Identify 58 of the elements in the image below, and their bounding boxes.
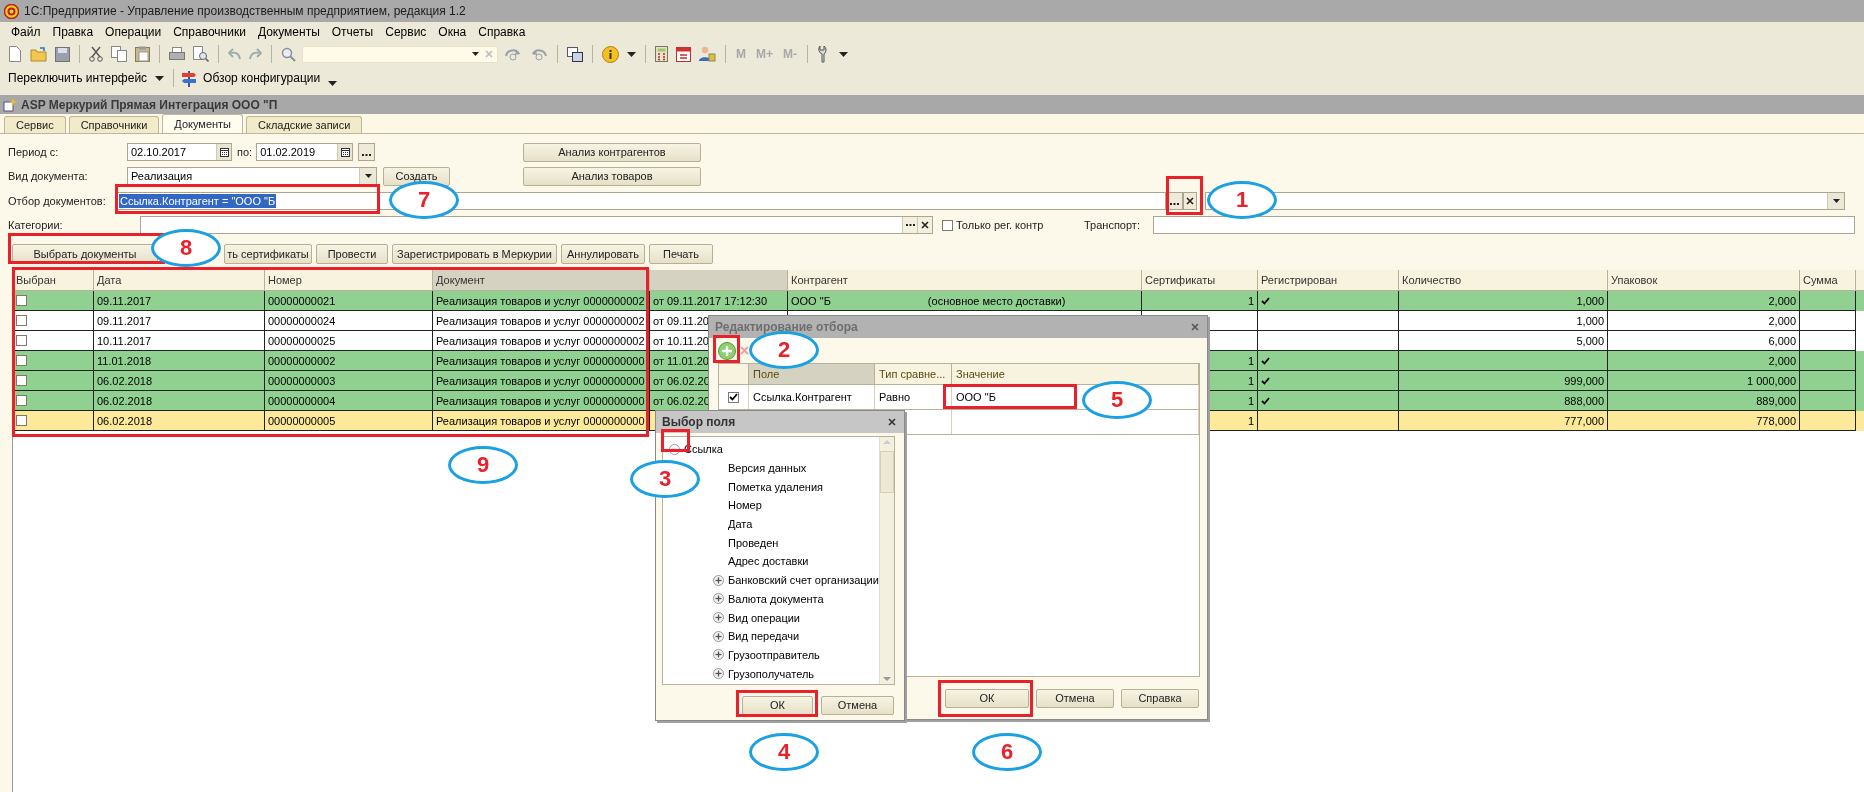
table-cell: от 09.11.20 (653, 314, 709, 327)
table-cell: 00000000003 (268, 374, 336, 387)
window-title: ASP Меркурий Прямая Интеграция ООО "П (21, 97, 278, 112)
table-cell: 11.01.2018 (97, 354, 152, 367)
table-cell: 1,000 (1576, 294, 1604, 307)
table-cell: 889,000 (1756, 394, 1796, 407)
table-cell: ООО "Б (791, 294, 831, 307)
table-cell: 1 000,000 (1747, 374, 1796, 387)
table-cell: 2,000 (1768, 354, 1796, 367)
table-cell: 1 (1247, 414, 1254, 427)
table-cell: Реализация товаров и услуг 0000000002 (436, 314, 645, 327)
table-cell: 00000000002 (268, 354, 336, 367)
table-cell: Реализация товаров и услуг 0000000000 (436, 354, 645, 367)
field-label: по: (237, 146, 253, 158)
table-cell: 999,000 (1564, 374, 1604, 387)
dialog-title: Редактирование отбора (715, 320, 858, 334)
table-cell: от 10.11.20 (653, 334, 709, 347)
field-label: Категории: (8, 219, 64, 231)
window-title: 1С:Предприятие - Управление производственным предприятием, редакция 1.2 (24, 4, 466, 18)
field-label: Транспорт: (1084, 219, 1141, 231)
table-cell: 09.11.2017 (97, 314, 152, 327)
table-cell: 778,000 (1756, 414, 1796, 427)
table-cell: 06.02.2018 (97, 374, 153, 387)
table-cell: 1,000 (1576, 314, 1604, 327)
table-cell: от 11.01.20 (653, 354, 709, 367)
table-cell: 6,000 (1768, 334, 1796, 347)
table-cell: 888,000 (1564, 394, 1604, 407)
field-label: Отбор документов: (8, 195, 107, 207)
table-cell: 09.11.2017 (97, 294, 152, 307)
table-cell: 1 (1247, 374, 1254, 387)
table-cell: Реализация товаров и услуг 0000000002 (436, 334, 645, 347)
table-cell: 10.11.2017 (97, 334, 152, 347)
table-cell: 1 (1247, 354, 1254, 367)
table-cell: 2,000 (1768, 294, 1796, 307)
table-cell: Реализация товаров и услуг 0000000002 (436, 294, 645, 307)
table-cell: 5,000 (1576, 334, 1604, 347)
table-cell: Реализация товаров и услуг 0000000000 (436, 414, 645, 427)
field-label: Период с: (8, 146, 60, 158)
table-cell: 2,000 (1768, 314, 1796, 327)
table-cell: 00000000024 (268, 314, 336, 327)
table-cell: Реализация товаров и услуг 0000000000 (436, 394, 645, 407)
table-cell: 00000000025 (268, 334, 336, 347)
field-label: Вид документа: (8, 170, 89, 182)
table-cell: 06.02.2018 (97, 414, 153, 427)
checkbox-label: Только рег. контр (956, 219, 1044, 231)
table-cell: от 09.11.2017 17:12:30 (653, 294, 768, 307)
table-cell: 00000000004 (268, 394, 336, 407)
table-cell: (основное место доставки) (927, 294, 1066, 307)
table-cell: 1 (1247, 394, 1254, 407)
table-cell: 06.02.2018 (97, 394, 153, 407)
table-cell: 00000000021 (268, 294, 336, 307)
table-cell: 777,000 (1564, 414, 1604, 427)
table-cell: Реализация товаров и услуг 0000000000 (436, 374, 645, 387)
table-cell: Равно (875, 385, 952, 409)
table-cell: Ссылка.Контрагент (749, 385, 875, 409)
table-cell: 00000000005 (268, 414, 336, 427)
table-cell: 1 (1247, 294, 1254, 307)
dialog-title: Выбор поля (662, 415, 736, 429)
